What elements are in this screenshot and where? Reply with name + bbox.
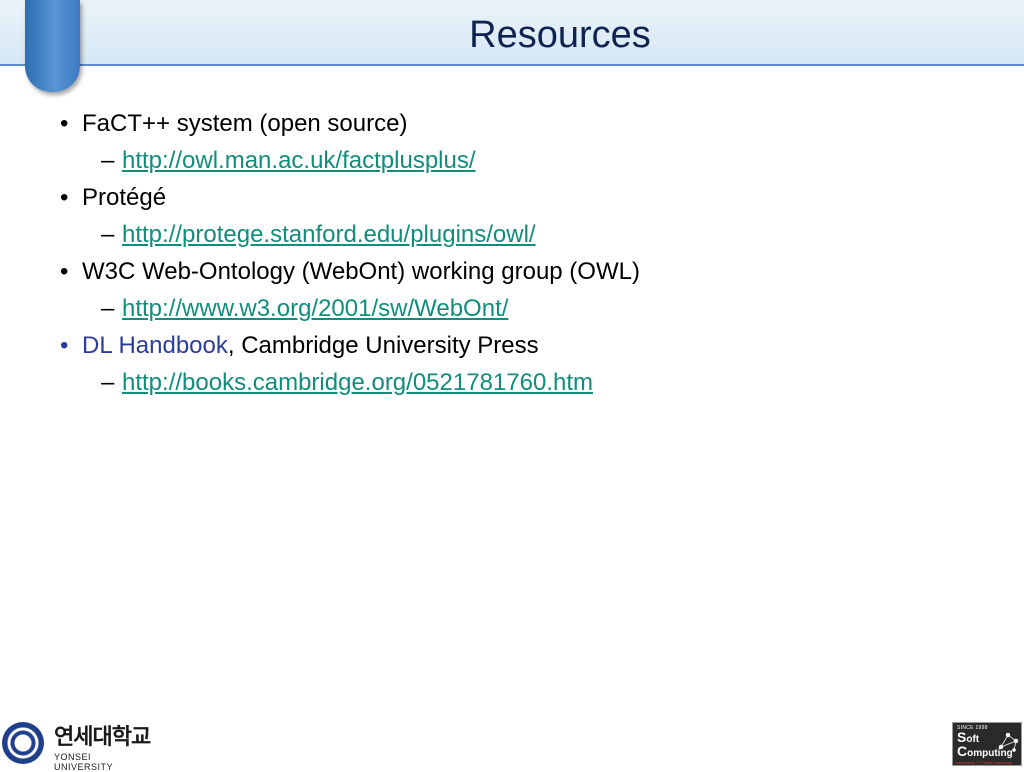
lab-footer-text: Laboratory ⓒ Yonsei University (956, 760, 1012, 765)
sub-item-dl-handbook-link: – http://books.cambridge.org/0521781760.h… (101, 368, 593, 398)
sub-item-protege-link: – http://protege.stanford.edu/plugins/owl… (101, 220, 536, 250)
bullet-dot: • (60, 110, 69, 137)
sub-dash: – (101, 295, 115, 322)
link-w3c[interactable]: http://www.w3.org/2001/sw/WebOnt/ (122, 295, 508, 322)
university-seal-icon (2, 722, 44, 764)
sub-item-w3c-link: – http://www.w3.org/2001/sw/WebOnt/ (101, 294, 508, 324)
network-graph-icon (998, 732, 1019, 752)
lab-initial-c: C (957, 743, 968, 759)
bullet-item-protege: • Protégé (60, 183, 166, 213)
lab-logo: SINCE 1998 Soft Computing Laboratory ⓒ Y… (952, 722, 1022, 766)
link-protege[interactable]: http://protege.stanford.edu/plugins/owl/ (122, 221, 536, 248)
bullet-dot: • (60, 184, 69, 211)
university-name-korean: 연세대학교 (54, 725, 151, 750)
bullet-item-dl-handbook: • DL Handbook, Cambridge University Press (60, 331, 539, 361)
bullet-text: , Cambridge University Press (227, 332, 539, 359)
bullet-text: Protégé (82, 184, 167, 211)
university-logo: 연세대학교 YONSEI UNIVERSITY (2, 722, 152, 772)
sub-dash: – (101, 369, 115, 396)
bullet-item-fact: • FaCT++ system (open source) (60, 109, 407, 139)
university-name-english: YONSEI UNIVERSITY (54, 752, 114, 772)
lab-soft-rest: oft (966, 734, 980, 745)
bullet-text: W3C Web-Ontology (WebOnt) working group … (82, 258, 640, 285)
bullet-item-w3c: • W3C Web-Ontology (WebOnt) working group… (60, 257, 640, 287)
bullet-dot: • (60, 332, 69, 359)
bullet-dot: • (60, 258, 69, 285)
bullet-highlight: DL Handbook (82, 332, 228, 359)
sub-item-fact-link: – http://owl.man.ac.uk/factplusplus/ (101, 146, 476, 176)
link-cambridge[interactable]: http://books.cambridge.org/0521781760.ht… (122, 369, 593, 396)
bullet-text: FaCT++ system (open source) (82, 110, 408, 137)
sub-dash: – (101, 147, 115, 174)
sub-dash: – (101, 221, 115, 248)
link-fact[interactable]: http://owl.man.ac.uk/factplusplus/ (122, 147, 476, 174)
bullet-list: • FaCT++ system (open source) – http://owl… (0, 0, 1024, 768)
